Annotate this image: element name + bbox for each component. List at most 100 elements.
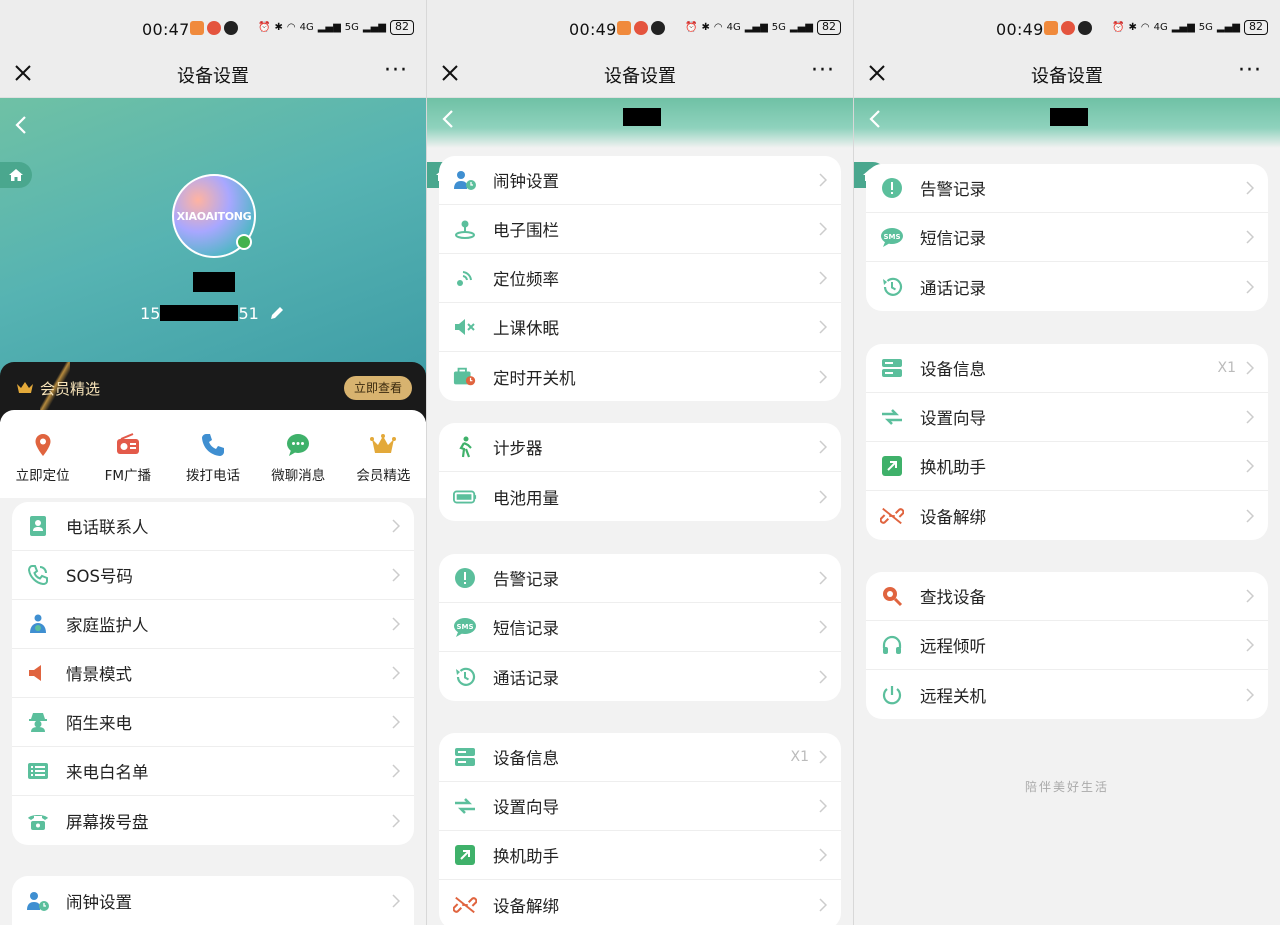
menu-row-remote-listen[interactable]: 远程倾听 [866, 621, 1268, 670]
notification-icons [190, 21, 238, 35]
view-now-button[interactable]: 立即查看 [343, 376, 412, 400]
guide-icon [453, 794, 477, 818]
row-label: 情景模式 [66, 665, 132, 684]
panel-2: 00:49 ⏰ ✱ ◠ 4G ▂▄▆ 5G ▂▄▆ 82 设备设置 ··· 闹钟… [427, 0, 853, 925]
menu-row-device-info[interactable]: 设备信息 X1 [439, 733, 841, 782]
avatar-text: XIAOAITONG [176, 209, 252, 223]
chevron-right-icon [819, 173, 827, 187]
menu-row-remote-shutdown[interactable]: 远程关机 [866, 670, 1268, 719]
radio-icon [116, 433, 139, 454]
network-5g: 5G [344, 22, 359, 33]
history-icon [880, 275, 904, 299]
dialpad-icon [26, 809, 50, 833]
menu-row-whitelist[interactable]: 来电白名单 [12, 747, 414, 796]
quick-chat[interactable]: 微聊消息 [256, 410, 341, 498]
row-label: 闹钟设置 [66, 892, 132, 912]
back-icon[interactable] [868, 108, 882, 130]
menu-row-contacts[interactable]: 电话联系人 [12, 502, 414, 551]
back-icon[interactable] [14, 114, 28, 136]
row-label: 定位频率 [493, 270, 559, 289]
settings-card-contacts: 电话联系人 SOS号码 家庭监护人 情景模式 陌生来电 来电白名单 屏幕拨号盘 [12, 502, 414, 845]
menu-row-transfer[interactable]: 换机助手 [439, 831, 841, 880]
menu-row-calls[interactable]: 通话记录 [439, 652, 841, 701]
menu-row-battery[interactable]: 电池用量 [439, 472, 841, 521]
weibo-icon [207, 21, 221, 35]
menu-row-guide[interactable]: 设置向导 [439, 782, 841, 831]
chat-bubble-icon [1078, 21, 1092, 35]
nav-title: 设备设置 [604, 66, 676, 87]
nav-title: 设备设置 [1031, 66, 1103, 87]
back-icon[interactable] [441, 108, 455, 130]
row-label: 短信记录 [493, 619, 559, 638]
more-options-icon[interactable]: ··· [384, 58, 408, 83]
transfer-icon [880, 454, 904, 478]
network-4g: 4G [299, 22, 314, 33]
speaker-icon [26, 661, 50, 685]
menu-row-dialpad[interactable]: 屏幕拨号盘 [12, 796, 414, 845]
quick-member[interactable]: 会员精选 [341, 410, 426, 498]
more-options-icon[interactable]: ··· [1238, 58, 1262, 83]
menu-row-class-sleep[interactable]: 上课休眠 [439, 303, 841, 352]
menu-row-sos[interactable]: SOS号码 [12, 551, 414, 600]
status-bar: 00:47 ⏰ ✱ ◠ 4G ▂▄▆ 5G ▂▄▆ 82 [0, 0, 426, 52]
row-label: 远程倾听 [920, 637, 986, 656]
app-notification-icon [190, 21, 204, 35]
notification-icons [617, 21, 665, 35]
settings-card-records: 告警记录 SMS 短信记录 通话记录 [866, 164, 1268, 311]
settings-card-alarm: 闹钟设置 [12, 876, 414, 925]
home-tab-icon[interactable] [0, 162, 32, 188]
quick-fm[interactable]: FM广播 [85, 410, 170, 498]
alarm-icon [453, 168, 477, 192]
mute-icon [453, 315, 477, 339]
phone-redacted [160, 305, 239, 321]
settings-card-health: 计步器 电池用量 [439, 423, 841, 521]
row-label: 屏幕拨号盘 [66, 812, 149, 832]
menu-row-unbind[interactable]: 设备解绑 [866, 491, 1268, 540]
menu-row-frequency[interactable]: 定位频率 [439, 254, 841, 303]
chevron-right-icon [1246, 638, 1254, 652]
menu-row-timer-power[interactable]: 定时开关机 [439, 352, 841, 401]
phone-prefix: 15 [140, 304, 161, 323]
chevron-right-icon [819, 222, 827, 236]
menu-row-scene[interactable]: 情景模式 [12, 649, 414, 698]
menu-row-pedometer[interactable]: 计步器 [439, 423, 841, 472]
row-label: 电子围栏 [493, 221, 559, 240]
menu-row-unbind[interactable]: 设备解绑 [439, 880, 841, 925]
menu-row-guardian[interactable]: 家庭监护人 [12, 600, 414, 649]
chat-bubble-icon [224, 21, 238, 35]
menu-row-guide[interactable]: 设置向导 [866, 393, 1268, 442]
menu-row-sms[interactable]: SMS 短信记录 [439, 603, 841, 652]
frequency-icon [453, 266, 477, 290]
wifi-icon: ◠ [713, 22, 723, 33]
row-label: 设置向导 [920, 409, 986, 428]
menu-row-stranger[interactable]: 陌生来电 [12, 698, 414, 747]
headphones-icon [880, 633, 904, 657]
edit-pencil-icon[interactable] [268, 304, 286, 322]
menu-row-find-device[interactable]: 查找设备 [866, 572, 1268, 621]
app-notification-icon [1044, 21, 1058, 35]
battery-indicator: 82 [389, 20, 414, 35]
device-name-redacted [193, 272, 235, 292]
menu-row-sms[interactable]: SMS 短信记录 [866, 213, 1268, 262]
menu-row-device-info[interactable]: 设备信息 X1 [866, 344, 1268, 393]
row-label: 陌生来电 [66, 714, 132, 733]
unlink-icon [453, 893, 477, 917]
menu-row-alerts[interactable]: 告警记录 [439, 554, 841, 603]
chevron-right-icon [392, 893, 400, 908]
quick-call[interactable]: 拨打电话 [170, 410, 255, 498]
row-label: 上课休眠 [493, 319, 559, 338]
row-label: 闹钟设置 [493, 172, 559, 191]
menu-row-transfer[interactable]: 换机助手 [866, 442, 1268, 491]
chevron-right-icon [392, 764, 400, 778]
more-options-icon[interactable]: ··· [811, 58, 835, 83]
alarm-status-icon: ⏰ [1112, 22, 1125, 33]
device-name-redacted [623, 108, 661, 126]
menu-row-calls[interactable]: 通话记录 [866, 262, 1268, 311]
menu-row-alarm[interactable]: 闹钟设置 [12, 876, 414, 925]
quick-label: 微聊消息 [271, 468, 326, 484]
menu-row-alerts[interactable]: 告警记录 [866, 164, 1268, 213]
menu-row-alarm[interactable]: 闹钟设置 [439, 156, 841, 205]
transfer-icon [453, 843, 477, 867]
menu-row-geofence[interactable]: 电子围栏 [439, 205, 841, 254]
quick-locate[interactable]: 立即定位 [0, 410, 85, 498]
